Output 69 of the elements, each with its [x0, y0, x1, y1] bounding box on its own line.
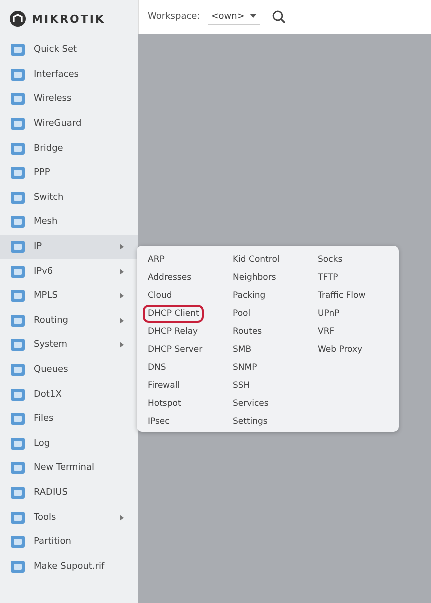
submenu-item[interactable]: Web Proxy	[313, 341, 368, 359]
tile-icon	[10, 337, 26, 354]
search-icon[interactable]	[272, 10, 286, 24]
sidebar-item[interactable]: Partition	[0, 530, 138, 554]
submenu-item[interactable]: DHCP Server	[143, 341, 208, 359]
submenu-item[interactable]: Settings	[228, 413, 273, 431]
sidebar-item[interactable]: Switch	[0, 186, 138, 210]
sidebar-item[interactable]: Wireless	[0, 87, 138, 112]
caret-icon	[250, 14, 257, 19]
tile-icon	[10, 558, 26, 575]
submenu-item[interactable]: Socks	[313, 251, 348, 269]
submenu-item[interactable]: SSH	[228, 377, 256, 395]
submenu-item[interactable]: IPsec	[143, 413, 175, 431]
submenu-item[interactable]: Cloud	[143, 287, 178, 305]
workspace-label: Workspace:	[148, 12, 200, 22]
tile-icon	[10, 42, 26, 58]
sidebar-item[interactable]: RADIUS	[0, 480, 138, 506]
tile-icon	[10, 165, 26, 182]
tile-icon	[10, 386, 26, 403]
tile-icon	[10, 214, 26, 230]
sidebar-item[interactable]: IP	[0, 234, 138, 260]
sidebar-item[interactable]: Quick Set	[0, 38, 138, 63]
sidebar-item[interactable]: New Terminal	[0, 456, 138, 481]
submenu-item[interactable]: SNMP	[228, 359, 262, 377]
tile-icon	[10, 116, 26, 132]
submenu-item[interactable]: Packing	[228, 287, 271, 305]
sidebar-item[interactable]: Tools	[0, 505, 138, 530]
submenu-item[interactable]: ARP	[143, 251, 170, 269]
sidebar-item[interactable]: Bridge	[0, 136, 138, 161]
tile-icon	[10, 460, 26, 476]
logo-icon	[10, 11, 26, 27]
tile-icon	[10, 190, 26, 206]
tile-icon	[10, 362, 26, 378]
workspace-dropdown[interactable]: <own>	[208, 10, 260, 24]
tile-icon	[10, 510, 26, 526]
submenu-item[interactable]: DHCP Client	[143, 305, 204, 323]
tile-icon	[10, 288, 26, 304]
submenu-item[interactable]: Addresses	[143, 269, 197, 287]
tile-icon	[10, 91, 26, 108]
submenu-item[interactable]: Neighbors	[228, 269, 282, 287]
submenu-item[interactable]: Firewall	[143, 377, 186, 395]
sidebar-item[interactable]: PPP	[0, 160, 138, 186]
submenu-item[interactable]: TFTP	[313, 269, 344, 287]
submenu-item[interactable]: Routes	[228, 323, 268, 341]
tile-icon	[10, 140, 26, 157]
tile-icon	[10, 436, 26, 452]
submenu-item[interactable]: SMB	[228, 341, 257, 359]
tile-icon	[10, 66, 26, 83]
sidebar-item[interactable]: WireGuard	[0, 112, 138, 136]
submenu-item[interactable]: Kid Control	[228, 251, 285, 269]
tile-icon	[10, 484, 26, 501]
submenu-item[interactable]: Traffic Flow	[313, 287, 371, 305]
submenu-item[interactable]: Services	[228, 395, 274, 413]
tile-icon	[10, 312, 26, 329]
tile-icon	[10, 264, 26, 280]
submenu-item[interactable]: DNS	[143, 359, 172, 377]
sidebar-item[interactable]: Log	[0, 432, 138, 456]
tile-icon	[10, 534, 26, 550]
tile-icon	[10, 411, 26, 428]
submenu-item[interactable]: DHCP Relay	[143, 323, 204, 341]
submenu-item[interactable]: UPnP	[313, 305, 345, 323]
logo-text: MIKROTIK	[32, 12, 106, 26]
sidebar-item[interactable]: Mesh	[0, 210, 138, 235]
submenu-item[interactable]: Pool	[228, 305, 256, 323]
sidebar-item[interactable]: Make Supout.rif	[0, 554, 138, 580]
tile-icon	[10, 239, 26, 256]
submenu-item[interactable]: VRF	[313, 323, 340, 341]
submenu-item[interactable]: Hotspot	[143, 395, 186, 413]
sidebar-item[interactable]: Interfaces	[0, 62, 138, 88]
